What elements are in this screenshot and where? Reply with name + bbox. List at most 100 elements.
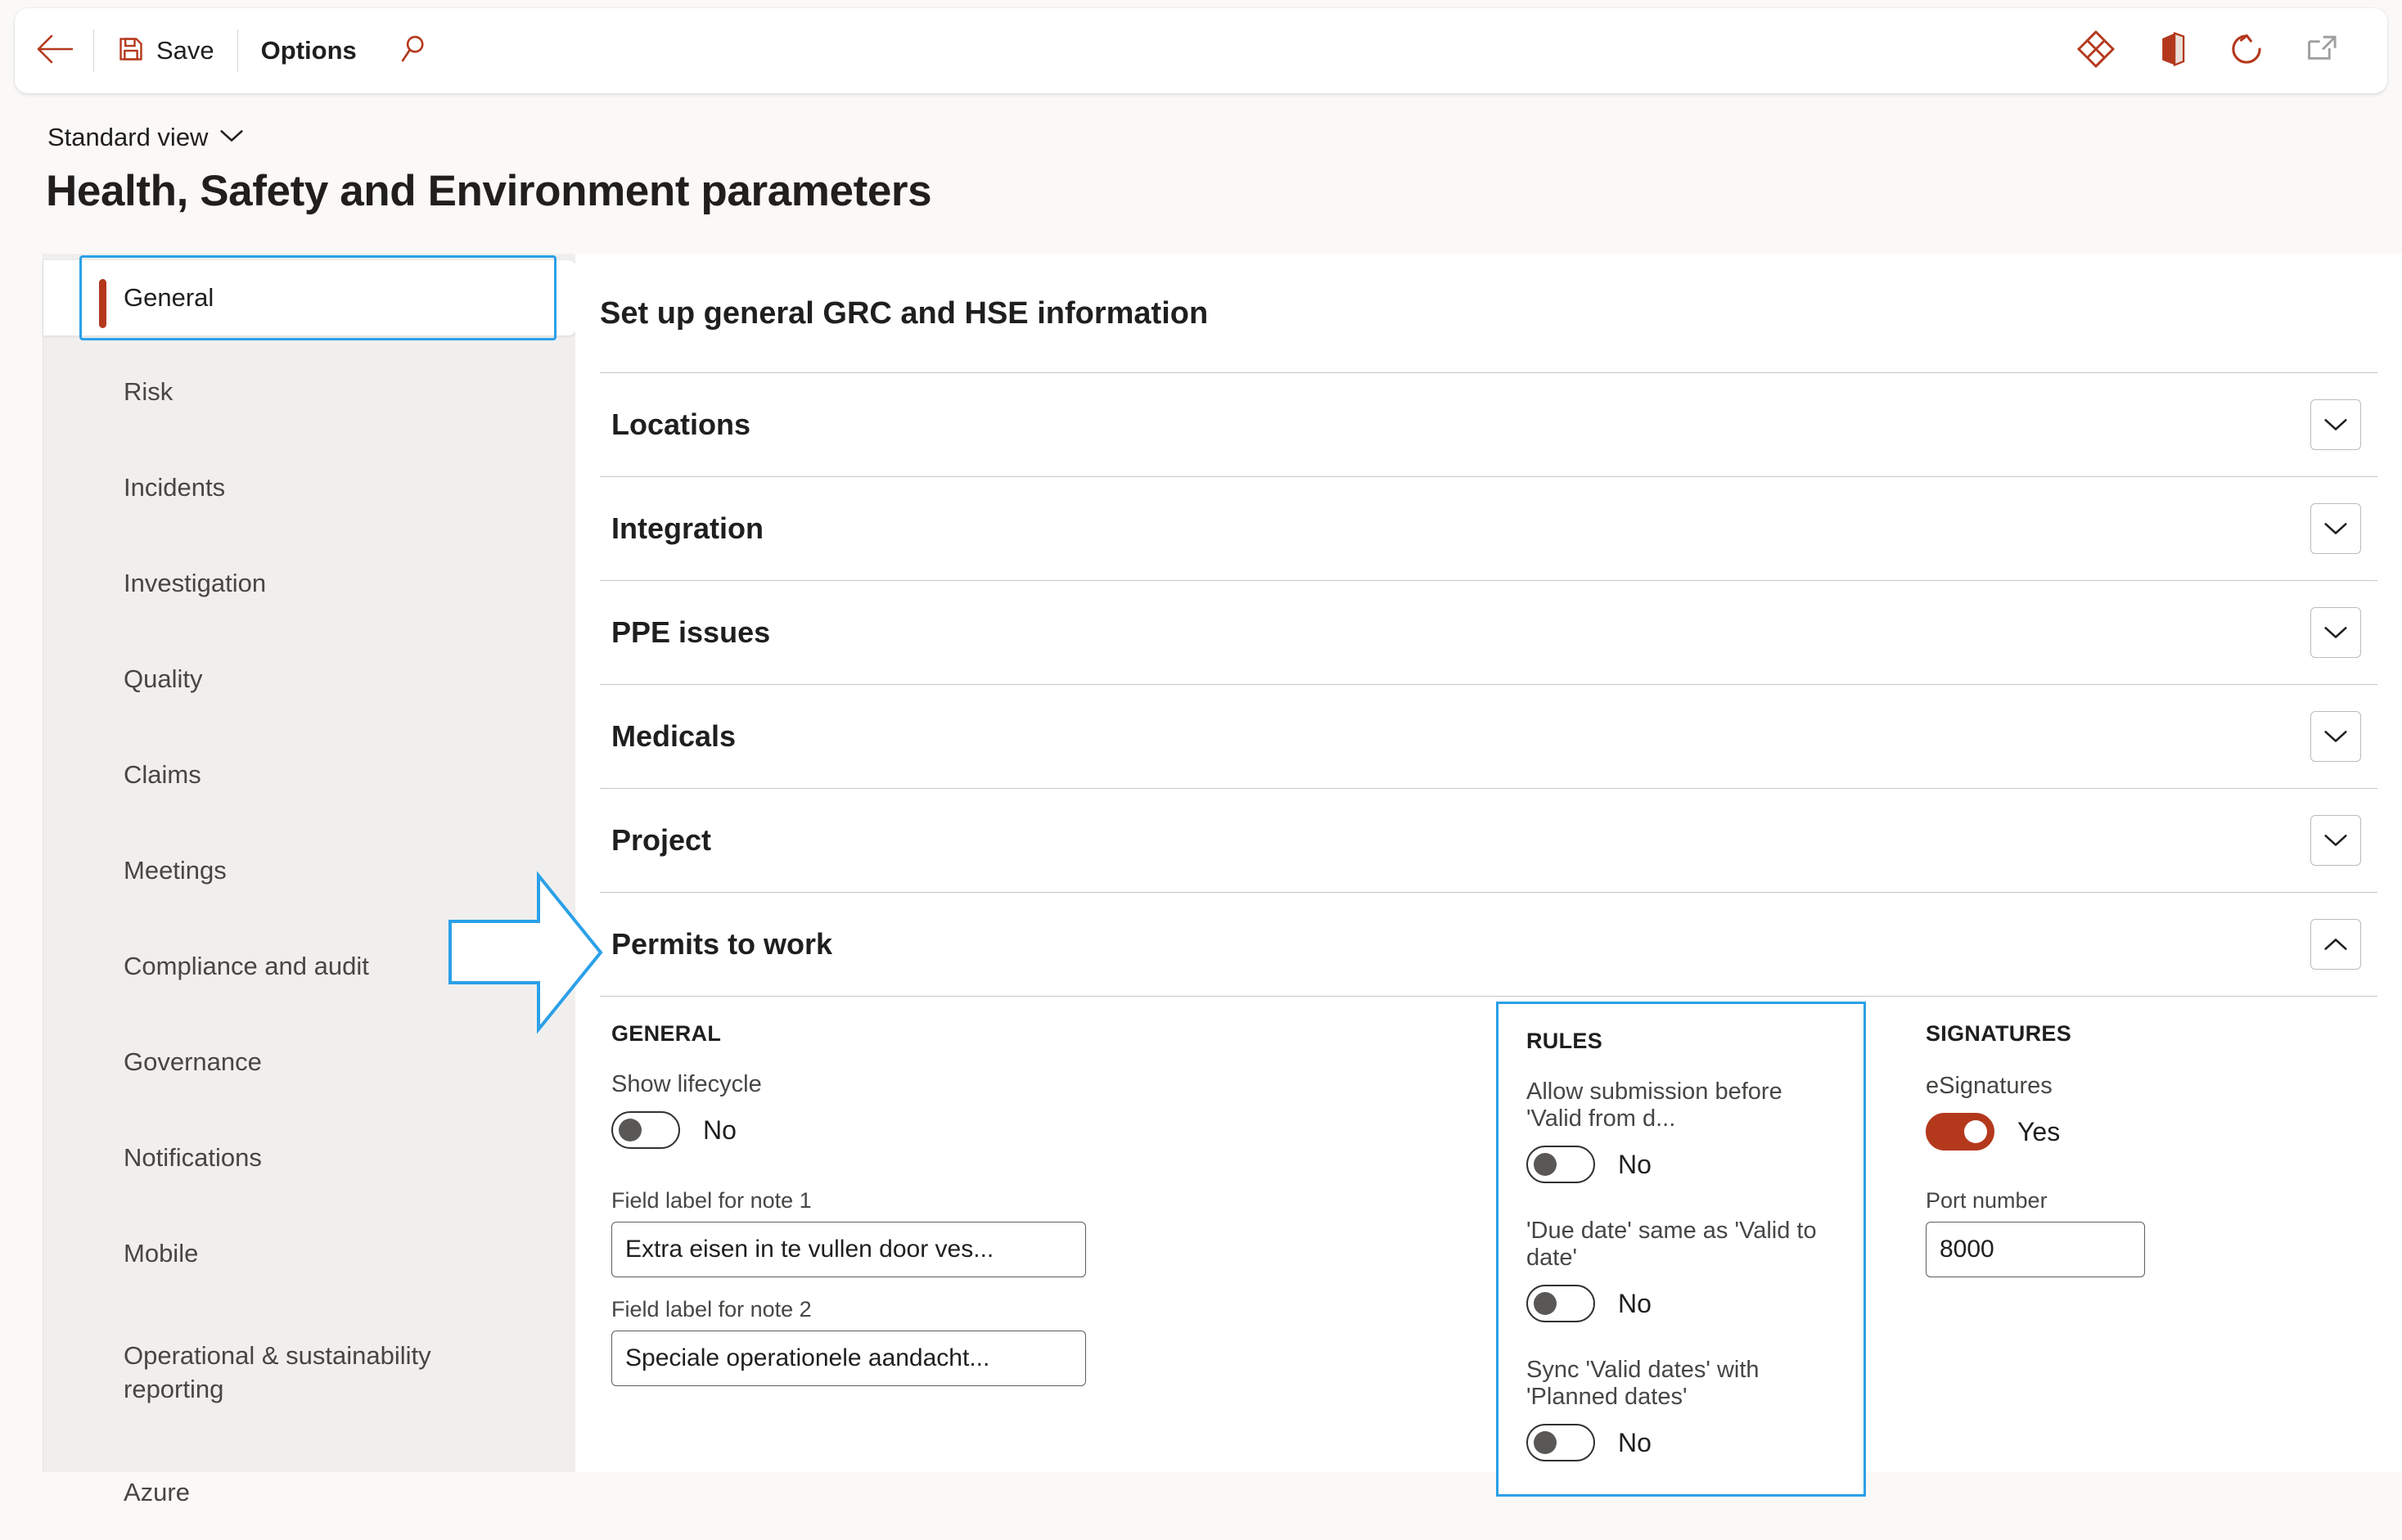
command-bar-right-icons <box>2058 13 2387 88</box>
toggle-knob <box>1964 1120 1987 1143</box>
section-header-integration[interactable]: Integration <box>600 476 2377 580</box>
show-lifecycle-value: No <box>703 1114 737 1145</box>
dynamics-diamond-icon <box>2075 29 2116 74</box>
content-heading: Set up general GRC and HSE information <box>600 296 1209 331</box>
sidebar-item-claims[interactable]: Claims <box>43 727 575 822</box>
port-number-label: Port number <box>1926 1188 2048 1213</box>
open-in-new-window-icon <box>2302 29 2341 73</box>
sidebar-item-notifications[interactable]: Notifications <box>43 1110 575 1205</box>
sidebar-item-compliance-and-audit[interactable]: Compliance and audit <box>43 918 575 1014</box>
rule-allow-submission-value: No <box>1618 1149 1652 1179</box>
view-selector-label: Standard view <box>47 123 209 151</box>
options-button[interactable]: Options <box>238 8 380 93</box>
dynamics-diamond-icon-button[interactable] <box>2058 13 2134 88</box>
sidebar-item-label: Notifications <box>124 1142 262 1172</box>
sidebar-item-governance[interactable]: Governance <box>43 1014 575 1110</box>
sidebar-item-meetings[interactable]: Meetings <box>43 822 575 918</box>
view-selector[interactable]: Standard view <box>47 123 244 152</box>
sidebar-item-label: Meetings <box>124 855 227 885</box>
refresh-icon-button[interactable] <box>2209 13 2284 88</box>
permits-to-work-panel: GENERAL Show lifecycle No Field label fo… <box>600 996 2377 1497</box>
search-button[interactable] <box>380 8 447 93</box>
section-title: Locations <box>611 408 751 441</box>
sidebar-item-mobile[interactable]: Mobile <box>43 1205 575 1301</box>
options-label: Options <box>260 36 357 65</box>
command-bar: Save Options <box>15 8 2387 93</box>
chevron-down-icon[interactable] <box>2310 711 2361 762</box>
rule-due-date-label: 'Due date' same as 'Valid to date' <box>1526 1218 1817 1271</box>
permits-rules-group: RULES Allow submission before 'Valid fro… <box>1496 1002 1866 1497</box>
sidebar-item-azure[interactable]: Azure <box>43 1444 575 1540</box>
sidebar-item-label: Investigation <box>124 568 267 597</box>
sidebar-item-label: Risk <box>124 376 174 406</box>
back-button[interactable] <box>15 8 93 93</box>
command-bar-region: Save Options <box>0 0 2402 105</box>
save-label: Save <box>156 36 214 65</box>
note2-input[interactable]: Speciale operationele aandacht... <box>611 1331 1086 1386</box>
sidebar-item-investigation[interactable]: Investigation <box>43 535 575 631</box>
chevron-down-icon[interactable] <box>2310 399 2361 450</box>
note1-input[interactable]: Extra eisen in te vullen door ves... <box>611 1222 1086 1277</box>
chevron-down-icon[interactable] <box>2310 815 2361 866</box>
rule-sync-valid-dates-value: No <box>1618 1427 1652 1457</box>
sidebar-item-label: Quality <box>124 664 203 693</box>
sidebar-item-operational-sustainability-reporting[interactable]: Operational & sustainability reporting <box>43 1301 575 1444</box>
sidebar-item-quality[interactable]: Quality <box>43 631 575 727</box>
sidebar-item-label: Operational & sustainability reporting <box>124 1341 431 1403</box>
page-header: Standard view Health, Safety and Environ… <box>0 105 2402 248</box>
sidebar-item-label: Azure <box>124 1477 190 1506</box>
sidebar-item-label: Claims <box>124 759 201 789</box>
show-lifecycle-toggle[interactable] <box>611 1111 680 1149</box>
selected-accent-bar <box>99 279 106 328</box>
page-title: Health, Safety and Environment parameter… <box>46 167 932 215</box>
sidebar-item-label: Compliance and audit <box>124 951 369 980</box>
section-header-medicals[interactable]: Medicals <box>600 684 2377 788</box>
group-caption-general: GENERAL <box>611 1021 722 1046</box>
section-title: Permits to work <box>611 927 833 961</box>
office-icon <box>2152 30 2190 72</box>
chevron-down-icon <box>219 128 244 147</box>
rules-focus-box: RULES Allow submission before 'Valid fro… <box>1496 1002 1866 1497</box>
rule-allow-submission-label: Allow submission before 'Valid from d... <box>1526 1078 1782 1132</box>
section-header-locations[interactable]: Locations <box>600 372 2377 476</box>
rule-allow-submission-toggle[interactable] <box>1526 1146 1595 1183</box>
port-number-input[interactable]: 8000 <box>1926 1222 2145 1277</box>
section-header-permits-to-work[interactable]: Permits to work <box>600 892 2377 996</box>
note2-field-wrapper: Speciale operationele aandacht... <box>611 1331 1086 1386</box>
search-icon <box>398 34 429 69</box>
sidebar-item-label: Mobile <box>124 1238 199 1268</box>
sidebar-item-risk[interactable]: Risk <box>43 344 575 439</box>
rule-sync-valid-dates-label: Sync 'Valid dates' with 'Planned dates' <box>1526 1357 1760 1410</box>
open-in-new-window-icon-button[interactable] <box>2284 13 2359 88</box>
rule-sync-valid-dates-toggle[interactable] <box>1526 1424 1595 1461</box>
sidebar-item-incidents[interactable]: Incidents <box>43 439 575 535</box>
section-title: Project <box>611 823 712 857</box>
content-pane: Set up general GRC and HSE information L… <box>575 254 2402 1497</box>
note2-label: Field label for note 2 <box>611 1297 812 1322</box>
group-caption-rules: RULES <box>1526 1029 1603 1053</box>
esignatures-toggle[interactable] <box>1926 1113 1994 1150</box>
chevron-down-icon[interactable] <box>2310 607 2361 658</box>
toggle-knob <box>1534 1153 1557 1176</box>
section-header-project[interactable]: Project <box>600 788 2377 892</box>
rule-due-date-value: No <box>1618 1288 1652 1318</box>
refresh-icon <box>2227 29 2266 73</box>
sections-list: Locations Integration PPE issues Medical… <box>600 372 2377 1497</box>
settings-nav-pane: General Risk Incidents Investigation Qua… <box>43 254 576 1506</box>
chevron-up-icon[interactable] <box>2310 919 2361 970</box>
section-header-ppe-issues[interactable]: PPE issues <box>600 580 2377 684</box>
chevron-down-icon[interactable] <box>2310 503 2361 554</box>
office-icon-button[interactable] <box>2134 13 2209 88</box>
save-disk-icon <box>117 35 145 67</box>
back-arrow-icon <box>35 34 74 69</box>
rule-due-date-toggle[interactable] <box>1526 1285 1595 1322</box>
toggle-knob <box>1534 1431 1557 1454</box>
sidebar-item-label: Governance <box>124 1047 262 1076</box>
sidebar-item-label: General <box>124 283 214 312</box>
save-button[interactable]: Save <box>94 8 237 93</box>
sidebar-item-general[interactable]: General <box>43 260 576 335</box>
section-title: Medicals <box>611 719 737 753</box>
section-title: Integration <box>611 511 764 545</box>
group-caption-signatures: SIGNATURES <box>1926 1021 2072 1046</box>
permits-signatures-group: SIGNATURES eSignatures Yes Port number 8… <box>1926 1021 2302 1277</box>
